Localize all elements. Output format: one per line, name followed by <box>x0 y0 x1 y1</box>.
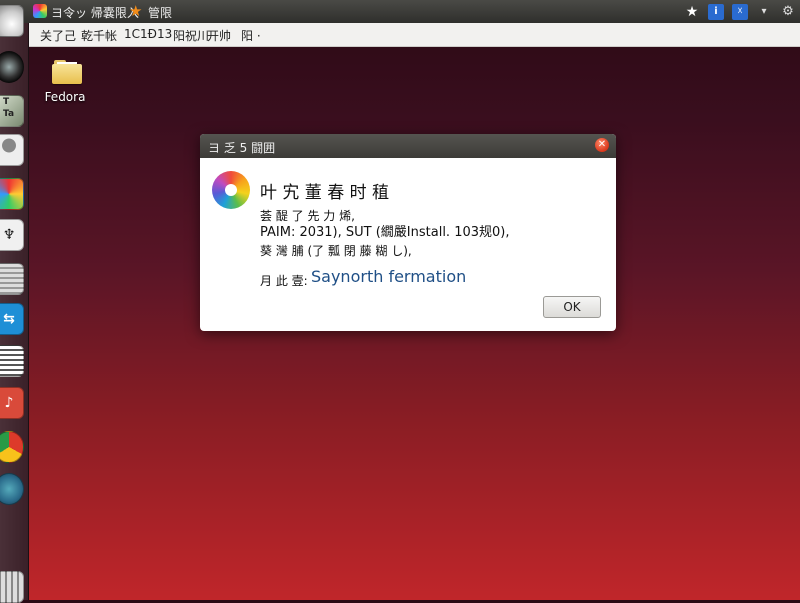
ok-button[interactable]: OK <box>543 296 601 318</box>
launcher-app-glyph: T Ta <box>3 97 15 119</box>
launcher-document-icon[interactable] <box>0 345 24 377</box>
info-badge-icon[interactable]: i <box>708 3 724 20</box>
gear-icon[interactable]: ⚙ <box>780 4 796 20</box>
menu-bar: 关了己 乾千帐 1C1Ð13 阳祝川 开帅 阳 · <box>28 23 800 47</box>
dialog-titlebar[interactable]: ヨ 乏 5 闘囲 ✕ <box>200 134 616 158</box>
menu-item-4[interactable]: 阳祝川 <box>173 27 209 44</box>
close-icon[interactable]: ✕ <box>595 138 609 152</box>
launcher-music-icon[interactable]: ♪ <box>0 387 24 419</box>
dialog-heading: 叶 宄 董 春 时 稙 <box>260 183 390 203</box>
chevron-down-icon[interactable]: ▾ <box>756 4 772 20</box>
launcher-app-icon[interactable]: T Ta <box>0 95 24 127</box>
desktop-folder[interactable]: Fedora <box>42 60 92 104</box>
launcher-chat-glyph: ⇆ <box>3 311 15 327</box>
dialog-info-label: 月 此 壹: <box>260 274 308 288</box>
app-logo-icon <box>212 171 250 209</box>
launcher-color-app-icon[interactable] <box>0 178 24 210</box>
menu-item-3[interactable]: 1C1Ð13 <box>124 27 172 41</box>
launcher-home-icon[interactable] <box>0 5 24 37</box>
launcher-chat-icon[interactable]: ⇆ <box>0 303 24 335</box>
message-dialog: ヨ 乏 5 闘囲 ✕ 叶 宄 董 春 时 稙 荟 醍 了 先 力 烯, PAIM… <box>200 134 616 331</box>
menu-item-6[interactable]: 阳 · <box>241 27 261 44</box>
indicator-area: ★ i ☓ ▾ ⚙ <box>684 2 796 21</box>
star-indicator-icon[interactable]: ★ <box>684 4 700 20</box>
launcher-puzzle-icon[interactable]: ♆ <box>0 219 24 251</box>
dialog-info-value: Saynorth fermation <box>311 267 467 286</box>
launcher-puzzle-glyph: ♆ <box>2 227 16 243</box>
menu-item-5[interactable]: 开帅 <box>207 27 231 44</box>
top-panel: ヨ令ッ 帰嚢限入 ★ 管限 ★ i ☓ ▾ ⚙ <box>0 0 800 23</box>
launcher-workspace-icon[interactable] <box>0 571 24 603</box>
app-icon[interactable] <box>33 4 47 18</box>
launcher-chrome-icon[interactable] <box>0 431 24 463</box>
launcher-music-glyph: ♪ <box>4 395 14 411</box>
dialog-line-2: PAIM: 2031), SUT (繝嚴Install. 103规0), <box>260 225 510 240</box>
desktop-folder-label: Fedora <box>44 90 86 104</box>
launcher-grid-icon[interactable] <box>0 263 24 295</box>
menu-item-2[interactable]: 乾千帐 <box>81 27 117 44</box>
launcher-user-icon[interactable] <box>0 134 24 166</box>
launcher: T Ta ♆ ⇆ ♪ <box>0 5 29 603</box>
window-title-suffix: 管限 <box>148 6 173 20</box>
menu-item-1[interactable]: 关了己 <box>40 27 76 44</box>
folder-icon <box>52 60 82 84</box>
dialog-line-3: 葵 灣 脯 (了 瓢 閉 藤 糊 し), <box>260 244 412 258</box>
window-title: ヨ令ッ 帰嚢限入 <box>51 6 139 20</box>
star-icon: ★ <box>129 2 143 20</box>
dialog-title: ヨ 乏 5 闘囲 <box>208 141 276 155</box>
launcher-disc-icon[interactable] <box>0 51 24 83</box>
launcher-globe-icon[interactable] <box>0 473 24 505</box>
accessibility-badge-icon[interactable]: ☓ <box>732 3 748 20</box>
